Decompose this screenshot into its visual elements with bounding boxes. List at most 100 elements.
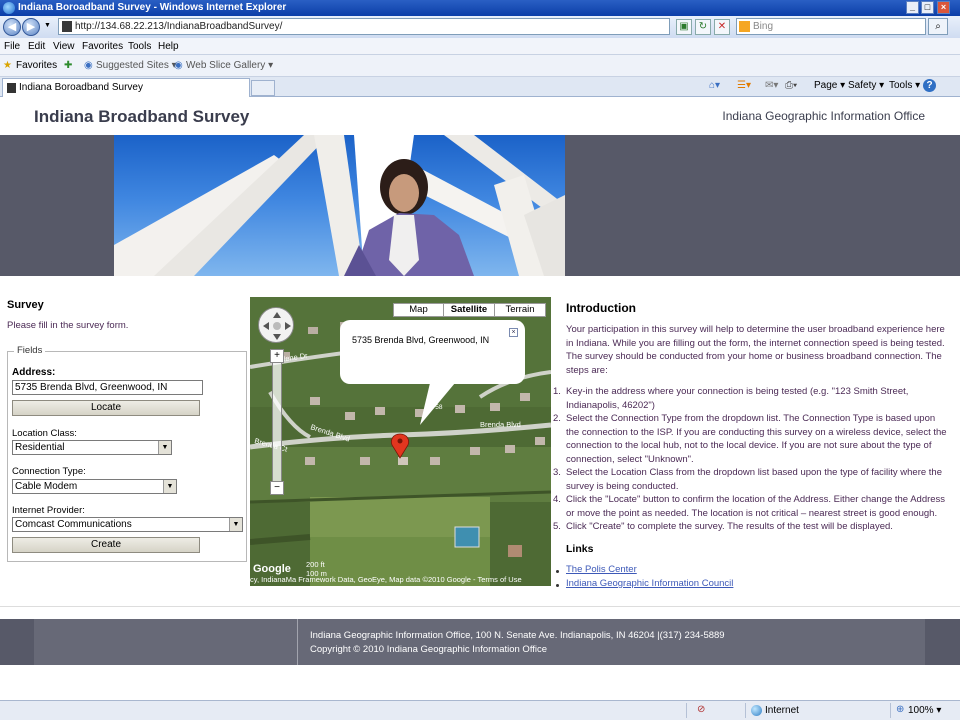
address-url: http://134.68.22.213/IndianaBroadbandSur… [75,21,283,32]
chevron-down-icon[interactable]: ▼ [163,480,176,493]
zoom-level[interactable]: 100% ▾ [908,705,941,716]
map-type-terrain[interactable]: Terrain [494,303,546,317]
step-text: Select the Connection Type from the drop… [566,413,947,465]
google-logo[interactable]: Google [253,563,291,575]
new-tab-button[interactable] [251,80,275,96]
status-divider [890,703,891,718]
menu-favorites[interactable]: Favorites [82,41,123,52]
chevron-down-icon[interactable]: ▼ [229,518,242,531]
back-button[interactable]: ◀ [3,18,21,36]
stop-icon[interactable]: ✕ [714,19,730,35]
search-placeholder: Bing [753,21,774,32]
connection-type-label: Connection Type: [12,466,86,477]
status-divider [745,703,746,718]
maximize-button[interactable]: □ [921,1,934,14]
pan-control[interactable] [258,307,294,343]
location-class-label: Location Class: [12,428,77,439]
close-icon[interactable]: × [509,328,518,337]
compatibility-icon[interactable]: ▣ [676,19,692,35]
page-icon [7,83,16,93]
bullet-icon [556,570,559,573]
address-bar[interactable]: http://134.68.22.213/IndianaBroadbandSur… [58,18,729,35]
window-title: Indiana Boroadband Survey - Windows Inte… [18,2,287,13]
step-text: Key-in the address where your connection… [566,386,909,411]
help-icon[interactable]: ? [923,79,936,92]
step-text: Select the Location Class from the dropd… [566,467,942,492]
tools-menu[interactable]: Tools ▾ [889,80,920,91]
favorites-button[interactable]: Favorites [16,60,57,71]
site-title: Indiana Broadband Survey [34,107,250,126]
hero-illustration [114,135,565,276]
internet-provider-label: Internet Provider: [12,505,85,516]
link-polis-center[interactable]: The Polis Center [566,564,637,575]
survey-heading: Survey [7,299,44,311]
tab-survey[interactable]: Indiana Boroadband Survey [2,78,250,97]
history-dropdown-icon[interactable]: ▼ [44,22,51,29]
close-button[interactable]: × [937,1,950,14]
ie-icon [3,2,15,14]
survey-instruction: Please fill in the survey form. [7,320,129,331]
web-slice-icon: ◉ [174,60,183,71]
map-type-map[interactable]: Map [393,303,444,317]
info-window-address: 5735 Brenda Blvd, Greenwood, IN [352,335,490,345]
mail-icon[interactable]: ✉▾ [765,80,778,91]
suggested-sites-icon: ◉ [84,60,93,71]
steps-list: 1. Key-in the address where your connecti… [553,385,950,534]
print-icon[interactable]: ⎙▾ [785,80,797,91]
menu-view[interactable]: View [53,41,75,52]
minimize-button[interactable]: _ [906,1,919,14]
link-igic[interactable]: Indiana Geographic Information Council [566,578,733,589]
refresh-icon[interactable]: ↻ [695,19,711,35]
internet-provider-select[interactable]: Comcast Communications ▼ [12,517,243,532]
locate-button[interactable]: Locate [12,400,200,416]
security-zone[interactable]: Internet [765,705,799,716]
internet-provider-value: Comcast Communications [15,519,132,530]
menu-edit[interactable]: Edit [28,41,45,52]
map-view[interactable]: Darlene Dr Brenda Blvd Brenda Blvd Brend… [250,297,551,586]
window-titlebar: Indiana Boroadband Survey - Windows Inte… [0,0,960,16]
chevron-down-icon[interactable]: ▼ [158,441,171,454]
scale-feet: 200 ft [306,560,325,569]
step-text: Click the "Locate" button to confirm the… [566,494,946,519]
footer-divider [0,606,960,607]
intro-paragraph: Your participation in this survey will h… [566,324,945,376]
footer-copyright: Copyright © 2010 Indiana Geographic Info… [310,644,548,655]
address-row: ◀ ▶ ▼ http://134.68.22.213/IndianaBroadb… [0,16,960,38]
bullet-icon [556,584,559,587]
hero-image [114,135,565,276]
menu-help[interactable]: Help [158,41,179,52]
map-type-satellite[interactable]: Satellite [443,303,495,317]
favorites-star-icon[interactable]: ★ [3,60,12,71]
site-subtitle: Indiana Geographic Information Office [722,109,925,123]
status-bar: ⊘ Internet ⊕ 100% ▾ [0,700,960,720]
step-item: 1. Key-in the address where your connecti… [553,386,909,411]
zoom-slider-track[interactable] [272,357,282,487]
search-icon[interactable]: ⌕ [928,18,948,35]
menu-file[interactable]: File [4,41,20,52]
zoom-in-button[interactable]: + [270,349,284,363]
create-button[interactable]: Create [12,537,200,553]
menu-bar: File Edit View Favorites Tools Help [0,38,960,55]
address-field[interactable]: 5735 Brenda Blvd, Greenwood, IN [12,380,203,395]
feeds-icon[interactable]: ☰▾ [737,80,751,91]
connection-type-select[interactable]: Cable Modem ▼ [12,479,177,494]
suggested-sites-link[interactable]: Suggested Sites ▾ [96,60,177,71]
search-input[interactable]: Bing [736,18,926,35]
web-slice-gallery-link[interactable]: Web Slice Gallery ▾ [186,60,273,71]
add-favorite-icon[interactable]: ✚ [64,60,72,71]
home-icon[interactable]: ⌂▾ [709,80,720,91]
address-label: Address: [12,367,56,378]
pan-arrows-icon [263,312,291,340]
safety-menu[interactable]: Safety ▾ [848,80,884,91]
menu-tools[interactable]: Tools [128,41,151,52]
zoom-out-button[interactable]: − [270,481,284,495]
forward-button[interactable]: ▶ [22,18,40,36]
step-item: 2. Select the Connection Type from the dr… [553,413,947,465]
favorites-bar: ★ Favorites ✚ ◉ Suggested Sites ▾ ◉ Web … [0,55,960,77]
step-item: 4. Click the "Locate" button to confirm t… [553,494,946,519]
footer-left-block [0,619,34,665]
footer-address: Indiana Geographic Information Office, 1… [310,630,725,641]
page-menu[interactable]: Page ▾ [814,80,845,91]
map-attribution[interactable]: cy, IndianaMa Framework Data, GeoEye, Ma… [250,575,551,584]
location-class-select[interactable]: Residential ▼ [12,440,172,455]
